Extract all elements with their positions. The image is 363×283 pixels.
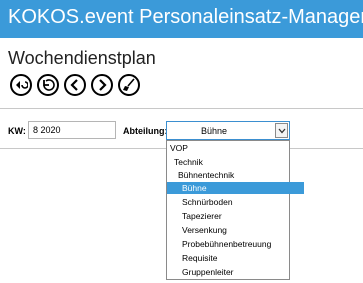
dropdown-option[interactable]: Probebühnenbetreuung: [167, 238, 304, 250]
next-icon: [99, 79, 107, 91]
divider-top: [0, 108, 363, 109]
kw-label: KW:: [8, 126, 26, 136]
dropdown-option-selected[interactable]: Bühne: [167, 182, 304, 194]
dropdown-option[interactable]: Technik: [167, 156, 296, 168]
return-button[interactable]: [37, 74, 59, 96]
abteilung-selected-value: Bühne: [201, 126, 228, 136]
dropdown-option[interactable]: Requisite: [167, 252, 304, 264]
next-week-button[interactable]: [91, 74, 113, 96]
kw-input[interactable]: 8 2020: [28, 121, 116, 139]
dropdown-option[interactable]: Schnürboden: [167, 196, 304, 208]
app-title: KOKOS.event Personaleinsatz-Manager: [8, 6, 363, 28]
previous-week-button[interactable]: [64, 74, 86, 96]
chevron-down-icon: [278, 128, 285, 133]
clear-button[interactable]: [118, 74, 140, 96]
page-title: Wochendienstplan: [8, 48, 156, 68]
broom-icon: [123, 78, 135, 91]
abteilung-dropdown-list: VOP Technik Bühnentechnik Bühne Schnürbo…: [166, 140, 304, 280]
dropdown-option[interactable]: VOP: [167, 142, 292, 154]
app-header: KOKOS.event Personaleinsatz-Manager: [0, 0, 363, 38]
dropdown-option[interactable]: Gruppenleiter: [167, 266, 304, 278]
dropdown-toggle[interactable]: [275, 123, 288, 138]
previous-icon: [70, 79, 78, 91]
dropdown-option[interactable]: Versenkung: [167, 224, 304, 236]
go-current-icon: [16, 81, 28, 89]
go-current-button[interactable]: [10, 74, 32, 96]
dropdown-option[interactable]: Tapezierer: [167, 210, 304, 222]
abteilung-select[interactable]: Bühne: [166, 121, 290, 140]
abteilung-label: Abteilung:: [123, 126, 168, 136]
dropdown-option[interactable]: Bühnentechnik: [167, 169, 300, 181]
return-icon: [43, 79, 55, 91]
